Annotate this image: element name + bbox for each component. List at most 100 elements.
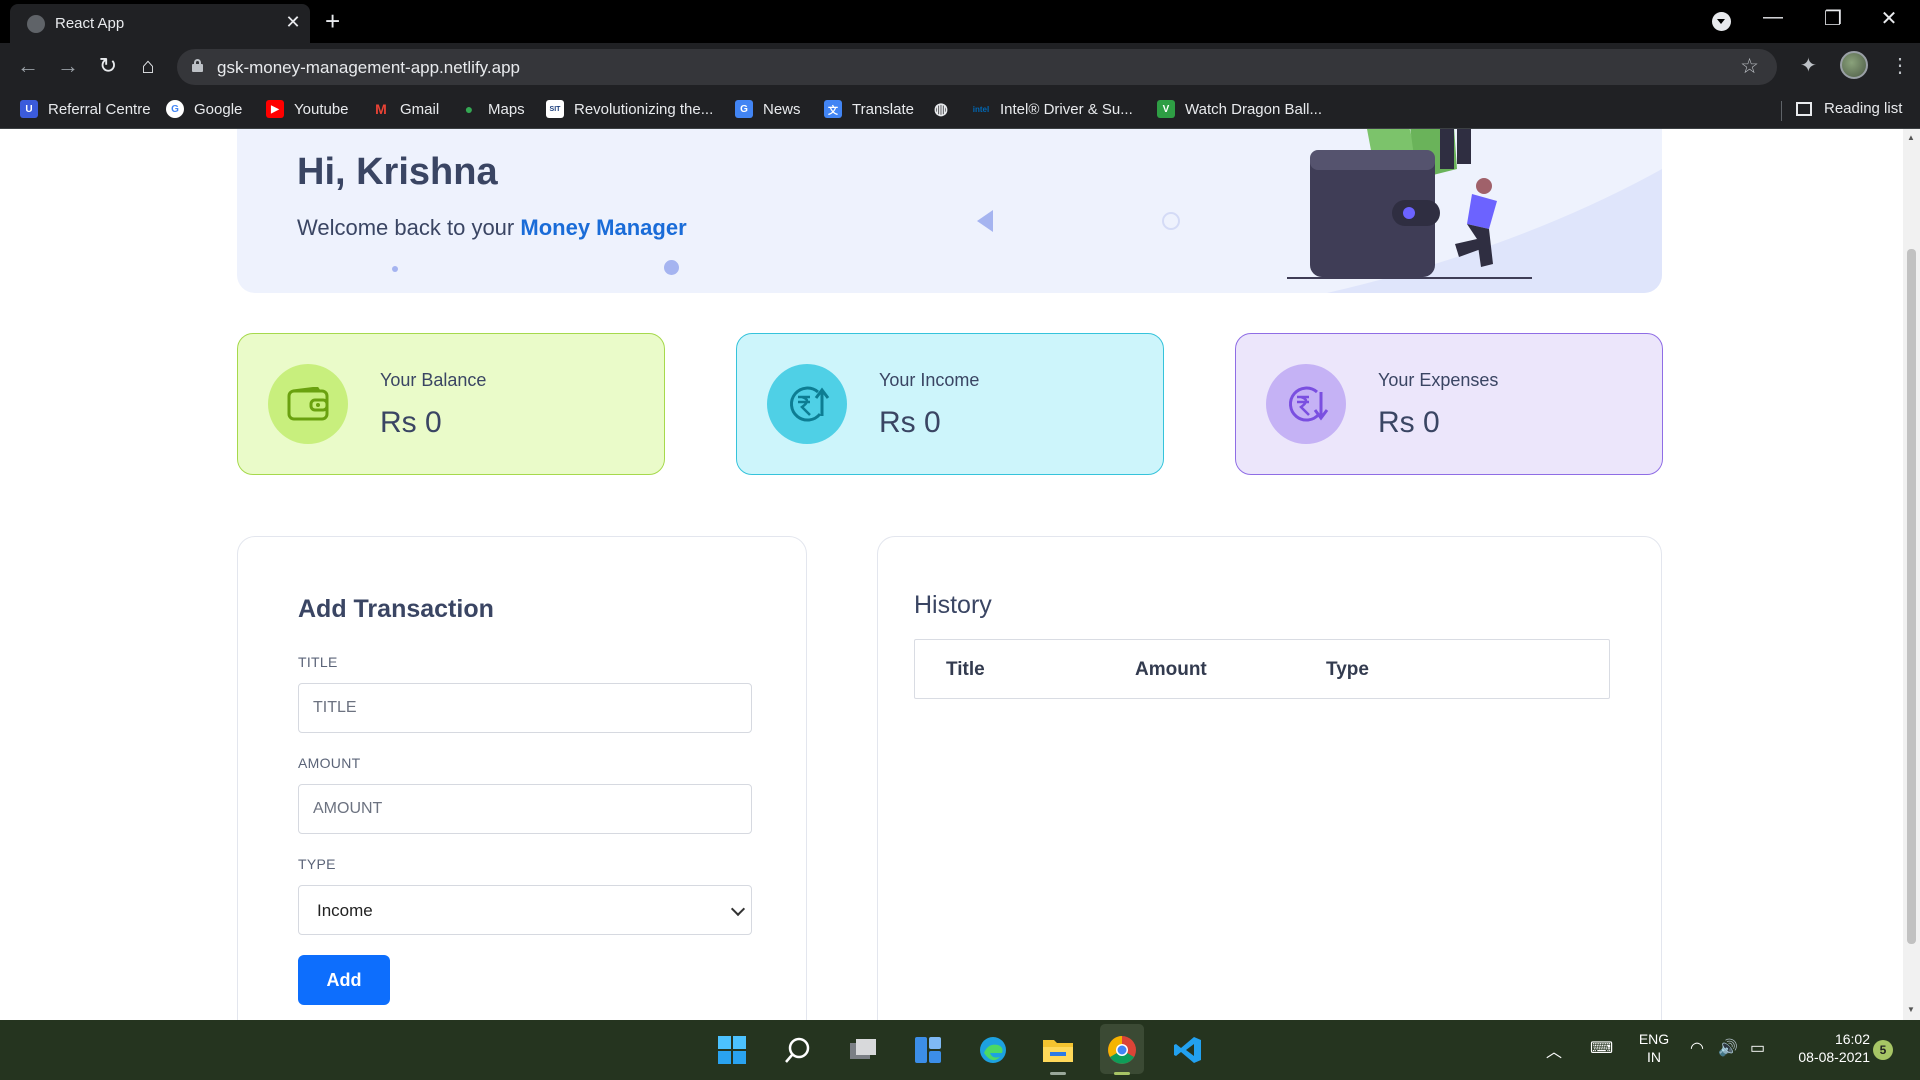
welcome-text: Welcome back to your Money Manager	[297, 215, 687, 241]
gmail-icon: M	[375, 101, 387, 117]
reading-list-button[interactable]: Reading list	[1796, 100, 1902, 117]
close-window-button[interactable]: ✕	[1866, 6, 1912, 31]
language-code: ENG	[1638, 1031, 1670, 1047]
chevron-down-icon	[730, 901, 746, 917]
bookmark-dragon-ball[interactable]: V Watch Dragon Ball...	[1157, 100, 1322, 118]
url-text[interactable]: gsk-money-management-app.netlify.app	[217, 58, 520, 78]
close-tab-icon[interactable]: ✕	[282, 12, 304, 33]
brand-name: Money Manager	[520, 215, 687, 240]
file-explorer-icon[interactable]	[1040, 1032, 1076, 1068]
volume-icon[interactable]: 🔊	[1718, 1038, 1738, 1058]
globe-icon	[27, 15, 45, 33]
scroll-up-icon[interactable]: ▲	[1907, 133, 1915, 142]
explorer-running-indicator	[1050, 1072, 1066, 1075]
address-bar[interactable]: gsk-money-management-app.netlify.app ☆	[177, 49, 1777, 85]
tab-search-icon[interactable]	[1712, 12, 1731, 31]
amount-input[interactable]	[298, 784, 752, 834]
vscode-icon[interactable]	[1170, 1032, 1206, 1068]
profile-avatar[interactable]	[1840, 51, 1868, 79]
history-title: History	[914, 591, 992, 619]
bookmark-intel[interactable]: intel Intel® Driver & Su...	[972, 100, 1133, 118]
bookmarks-divider	[1781, 101, 1782, 121]
bookmark-globe[interactable]: ◍	[932, 100, 960, 118]
keyboard-icon[interactable]: ⌨	[1590, 1038, 1613, 1058]
edge-icon[interactable]	[975, 1032, 1011, 1068]
wifi-icon[interactable]: ◠	[1690, 1038, 1704, 1058]
column-header-type: Type	[1326, 659, 1369, 680]
maps-icon: ●	[464, 101, 474, 117]
task-view-icon[interactable]	[845, 1032, 881, 1068]
column-header-title: Title	[946, 659, 985, 680]
reading-list-label: Reading list	[1824, 100, 1903, 117]
decoration-ring	[1162, 212, 1180, 230]
bookmark-label: Google	[194, 100, 243, 118]
history-panel: History Title Amount Type	[877, 536, 1662, 1020]
income-rupee-icon	[767, 364, 847, 444]
globe-icon: ◍	[934, 101, 948, 118]
bookmark-star-icon[interactable]: ☆	[1740, 54, 1759, 79]
add-transaction-title: Add Transaction	[298, 595, 494, 623]
battery-icon[interactable]: ▭	[1750, 1038, 1765, 1058]
bookmark-label: Gmail	[400, 100, 440, 118]
google-icon: G	[166, 100, 184, 118]
bookmark-gmail[interactable]: M Gmail	[372, 100, 439, 118]
extensions-icon[interactable]: ✦	[1800, 53, 1817, 78]
wallet-icon	[268, 364, 348, 444]
bookmark-label: Watch Dragon Ball...	[1185, 100, 1322, 118]
bookmark-label: Intel® Driver & Su...	[1000, 100, 1133, 118]
type-label: TYPE	[298, 856, 336, 872]
bookmark-translate[interactable]: 文 Translate	[824, 100, 914, 118]
home-icon[interactable]: ⌂	[133, 53, 163, 79]
income-label: Your Income	[879, 370, 980, 390]
clock-time: 16:02	[1834, 1031, 1870, 1047]
referral-icon: U	[20, 100, 38, 118]
chrome-icon[interactable]	[1104, 1032, 1140, 1068]
site-icon: SIT	[546, 100, 564, 118]
translate-icon: 文	[824, 100, 842, 118]
start-icon[interactable]	[714, 1032, 750, 1068]
balance-card: Your Balance Rs 0	[237, 333, 665, 475]
search-icon[interactable]	[780, 1032, 816, 1068]
notification-badge[interactable]: 5	[1873, 1040, 1893, 1060]
type-select[interactable]: Income	[298, 885, 752, 935]
lock-icon[interactable]	[192, 59, 203, 72]
bookmark-youtube[interactable]: ▶ Youtube	[266, 100, 349, 118]
title-label: TITLE	[298, 654, 338, 670]
history-table: Title Amount Type	[914, 639, 1610, 699]
wallet-illustration	[1287, 129, 1662, 293]
bookmark-revolutionizing[interactable]: SIT Revolutionizing the...	[546, 100, 713, 118]
decoration-triangle	[977, 210, 993, 232]
page-scrollbar[interactable]: ▲ ▼	[1903, 129, 1920, 1020]
menu-icon[interactable]: ⋮	[1890, 53, 1910, 78]
bookmark-label: News	[763, 100, 801, 118]
tab-strip: React App ✕ + — ❐ ✕	[0, 0, 1920, 43]
forward-icon[interactable]: →	[53, 53, 83, 79]
widgets-icon[interactable]	[910, 1032, 946, 1068]
balance-label: Your Balance	[380, 370, 487, 390]
add-button[interactable]: Add	[298, 955, 390, 1005]
language-indicator[interactable]: ENG IN	[1634, 1031, 1674, 1065]
new-tab-button[interactable]: +	[325, 6, 340, 37]
scroll-down-icon[interactable]: ▼	[1907, 1005, 1915, 1014]
bookmark-label: Revolutionizing the...	[574, 100, 714, 118]
scroll-thumb[interactable]	[1907, 249, 1916, 944]
bookmark-label: Youtube	[294, 100, 349, 118]
bookmark-google[interactable]: G Google	[166, 100, 242, 118]
chevron-up-icon[interactable]: ︿	[1546, 1038, 1562, 1062]
back-icon[interactable]: ←	[13, 53, 43, 79]
youtube-icon: ▶	[266, 100, 284, 118]
bookmark-referral-centre[interactable]: U Referral Centre	[20, 100, 151, 118]
decoration-dot	[664, 260, 679, 275]
reload-icon[interactable]: ↻	[93, 53, 123, 79]
bookmark-news[interactable]: G News	[735, 100, 801, 118]
bookmark-maps[interactable]: ● Maps	[460, 100, 525, 118]
bookmark-label: Translate	[852, 100, 914, 118]
news-icon: G	[735, 100, 753, 118]
clock[interactable]: 16:02 08-08-2021	[1785, 1031, 1870, 1065]
restore-button[interactable]: ❐	[1810, 6, 1856, 31]
balance-value: Rs 0	[380, 406, 442, 439]
browser-tab[interactable]: React App ✕	[10, 4, 310, 43]
welcome-prefix: Welcome back to your	[297, 215, 515, 240]
title-input[interactable]	[298, 683, 752, 733]
minimize-button[interactable]: —	[1750, 6, 1796, 29]
